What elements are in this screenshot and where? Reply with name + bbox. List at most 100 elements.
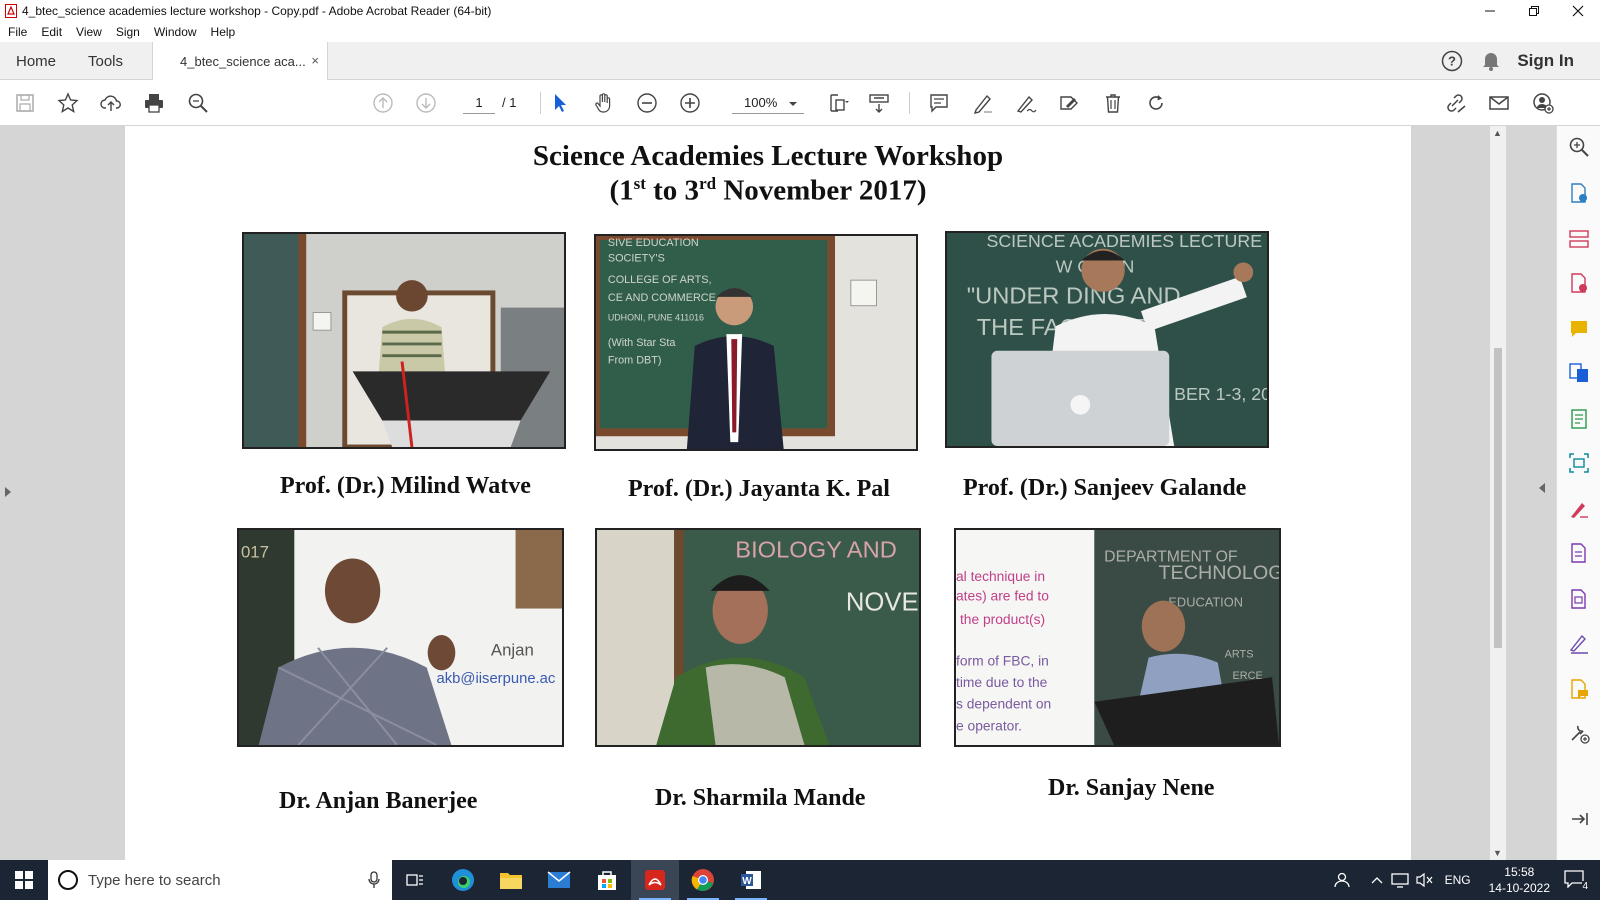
network-icon[interactable] xyxy=(1390,872,1409,888)
delete-trash-icon[interactable] xyxy=(1101,91,1125,115)
svg-text:s dependent on: s dependent on xyxy=(956,697,1051,712)
document-viewport[interactable]: Science Academies Lecture Workshop (1st … xyxy=(0,126,1556,860)
scan-ocr-icon[interactable] xyxy=(1568,452,1590,474)
draw-pen-icon[interactable] xyxy=(1014,91,1038,115)
acrobat-app-icon xyxy=(5,4,17,18)
organize-pages-icon[interactable] xyxy=(1568,228,1590,250)
page-fit-icon[interactable] xyxy=(826,91,850,115)
combine-files-icon[interactable] xyxy=(1568,362,1590,384)
comment-icon[interactable] xyxy=(927,91,951,115)
people-icon[interactable] xyxy=(1333,871,1351,889)
vertical-scrollbar[interactable]: ▲ ▼ xyxy=(1490,126,1506,860)
volume-muted-icon[interactable] xyxy=(1415,872,1433,888)
page-count-label: / 1 xyxy=(502,95,517,110)
menu-sign[interactable]: Sign xyxy=(116,25,140,39)
hand-tool-icon[interactable] xyxy=(592,91,616,115)
menu-view[interactable]: View xyxy=(76,25,102,39)
right-panel-toggle-icon[interactable] xyxy=(1538,482,1546,494)
fill-sign-icon[interactable] xyxy=(1057,91,1081,115)
rotate-icon[interactable] xyxy=(1144,91,1168,115)
taskbar-search-input[interactable]: Type here to search xyxy=(48,860,392,900)
zoom-out-icon[interactable] xyxy=(635,91,659,115)
request-signature-icon[interactable] xyxy=(1568,632,1590,654)
collapse-pane-icon[interactable] xyxy=(1568,808,1590,830)
left-panel-toggle-icon[interactable] xyxy=(4,486,12,498)
print-icon[interactable] xyxy=(142,91,166,115)
edit-pdf-icon[interactable] xyxy=(1568,408,1590,430)
microphone-icon[interactable] xyxy=(368,871,380,889)
document-subtitle: (1st to 3rd November 2017) xyxy=(609,174,927,207)
next-page-icon[interactable] xyxy=(414,91,438,115)
task-view-button[interactable] xyxy=(391,860,439,900)
share-link-icon[interactable] xyxy=(1443,91,1467,115)
tab-tools[interactable]: Tools xyxy=(88,42,123,80)
taskbar-file-explorer[interactable] xyxy=(487,860,535,900)
notification-center-button[interactable]: 4 xyxy=(1564,870,1588,892)
task-view-icon xyxy=(406,874,423,886)
taskbar-chrome[interactable] xyxy=(679,860,727,900)
select-cursor-icon[interactable] xyxy=(548,91,572,115)
more-tools-icon[interactable] xyxy=(1568,722,1590,744)
tab-home[interactable]: Home xyxy=(16,42,56,80)
send-comments-icon[interactable] xyxy=(1568,678,1590,700)
chevron-up-icon[interactable] xyxy=(1371,876,1383,884)
menu-help[interactable]: Help xyxy=(211,25,236,39)
scroll-up-icon[interactable]: ▲ xyxy=(1493,128,1502,138)
zoom-search-icon[interactable] xyxy=(186,91,210,115)
scroll-down-icon[interactable]: ▼ xyxy=(1493,848,1502,858)
taskbar-store[interactable] xyxy=(583,860,631,900)
scrollbar-thumb[interactable] xyxy=(1494,348,1502,648)
notification-bell-icon[interactable] xyxy=(1481,50,1501,72)
svg-text:time due to the: time due to the xyxy=(956,675,1048,690)
svg-text:e operator.: e operator. xyxy=(956,718,1022,733)
close-tab-icon[interactable]: × xyxy=(311,53,319,68)
input-language[interactable]: ENG xyxy=(1445,873,1471,887)
clock[interactable]: 15:58 14-10-2022 xyxy=(1489,864,1550,896)
taskbar-mail[interactable] xyxy=(535,860,583,900)
email-icon[interactable] xyxy=(1487,91,1511,115)
title-bar: 4_btec_science academies lecture worksho… xyxy=(0,0,1600,22)
folder-icon xyxy=(500,873,522,889)
menu-window[interactable]: Window xyxy=(154,25,197,39)
zoom-icon[interactable] xyxy=(1568,136,1590,158)
scrolling-mode-icon[interactable] xyxy=(867,91,891,115)
create-pdf-icon[interactable] xyxy=(1568,272,1590,294)
chevron-down-icon[interactable] xyxy=(788,101,798,107)
menu-file[interactable]: File xyxy=(8,25,27,39)
sign-in-button[interactable]: Sign In xyxy=(1517,51,1574,71)
search-icon xyxy=(58,870,78,890)
tab-document[interactable]: 4_btec_science aca... × xyxy=(152,42,328,81)
user-share-icon[interactable] xyxy=(1531,91,1555,115)
close-window-button[interactable] xyxy=(1556,0,1600,22)
previous-page-icon[interactable] xyxy=(371,91,395,115)
protect-pdf-icon[interactable] xyxy=(1568,542,1590,564)
taskbar-acrobat-reader[interactable] xyxy=(631,860,679,900)
bookmark-star-icon[interactable] xyxy=(56,91,80,115)
page-number-input[interactable]: 1 xyxy=(463,92,495,114)
highlight-pen-icon[interactable] xyxy=(971,91,995,115)
svg-text:"UNDER DING AND: "UNDER DING AND xyxy=(967,284,1181,310)
comment-tool-icon[interactable] xyxy=(1568,318,1590,340)
minimize-button[interactable] xyxy=(1468,0,1512,22)
save-icon[interactable] xyxy=(13,91,37,115)
taskbar-word[interactable]: W xyxy=(727,860,775,900)
upload-cloud-icon[interactable] xyxy=(99,91,123,115)
document-title: Science Academies Lecture Workshop xyxy=(532,140,1004,172)
restore-button[interactable] xyxy=(1512,0,1556,22)
edge-browser-icon xyxy=(452,869,474,891)
windows-logo-icon xyxy=(15,871,33,889)
taskbar-edge[interactable] xyxy=(439,860,487,900)
start-button[interactable] xyxy=(0,860,48,900)
pdf-page: Science Academies Lecture Workshop (1st … xyxy=(125,126,1411,860)
help-icon[interactable]: ? xyxy=(1441,50,1463,72)
svg-text:BER 1-3, 20: BER 1-3, 20 xyxy=(1174,384,1267,404)
system-tray: ENG 15:58 14-10-2022 4 xyxy=(1333,860,1600,900)
svg-text:SOCIETY'S: SOCIETY'S xyxy=(608,253,665,265)
zoom-in-icon[interactable] xyxy=(678,91,702,115)
prepare-form-icon[interactable] xyxy=(1568,588,1590,610)
fill-and-sign-icon[interactable] xyxy=(1568,498,1590,520)
export-pdf-icon[interactable] xyxy=(1568,182,1590,204)
svg-text:TECHNOLOGY: TECHNOLOGY xyxy=(1158,562,1279,584)
search-placeholder: Type here to search xyxy=(88,871,221,889)
menu-edit[interactable]: Edit xyxy=(41,25,62,39)
